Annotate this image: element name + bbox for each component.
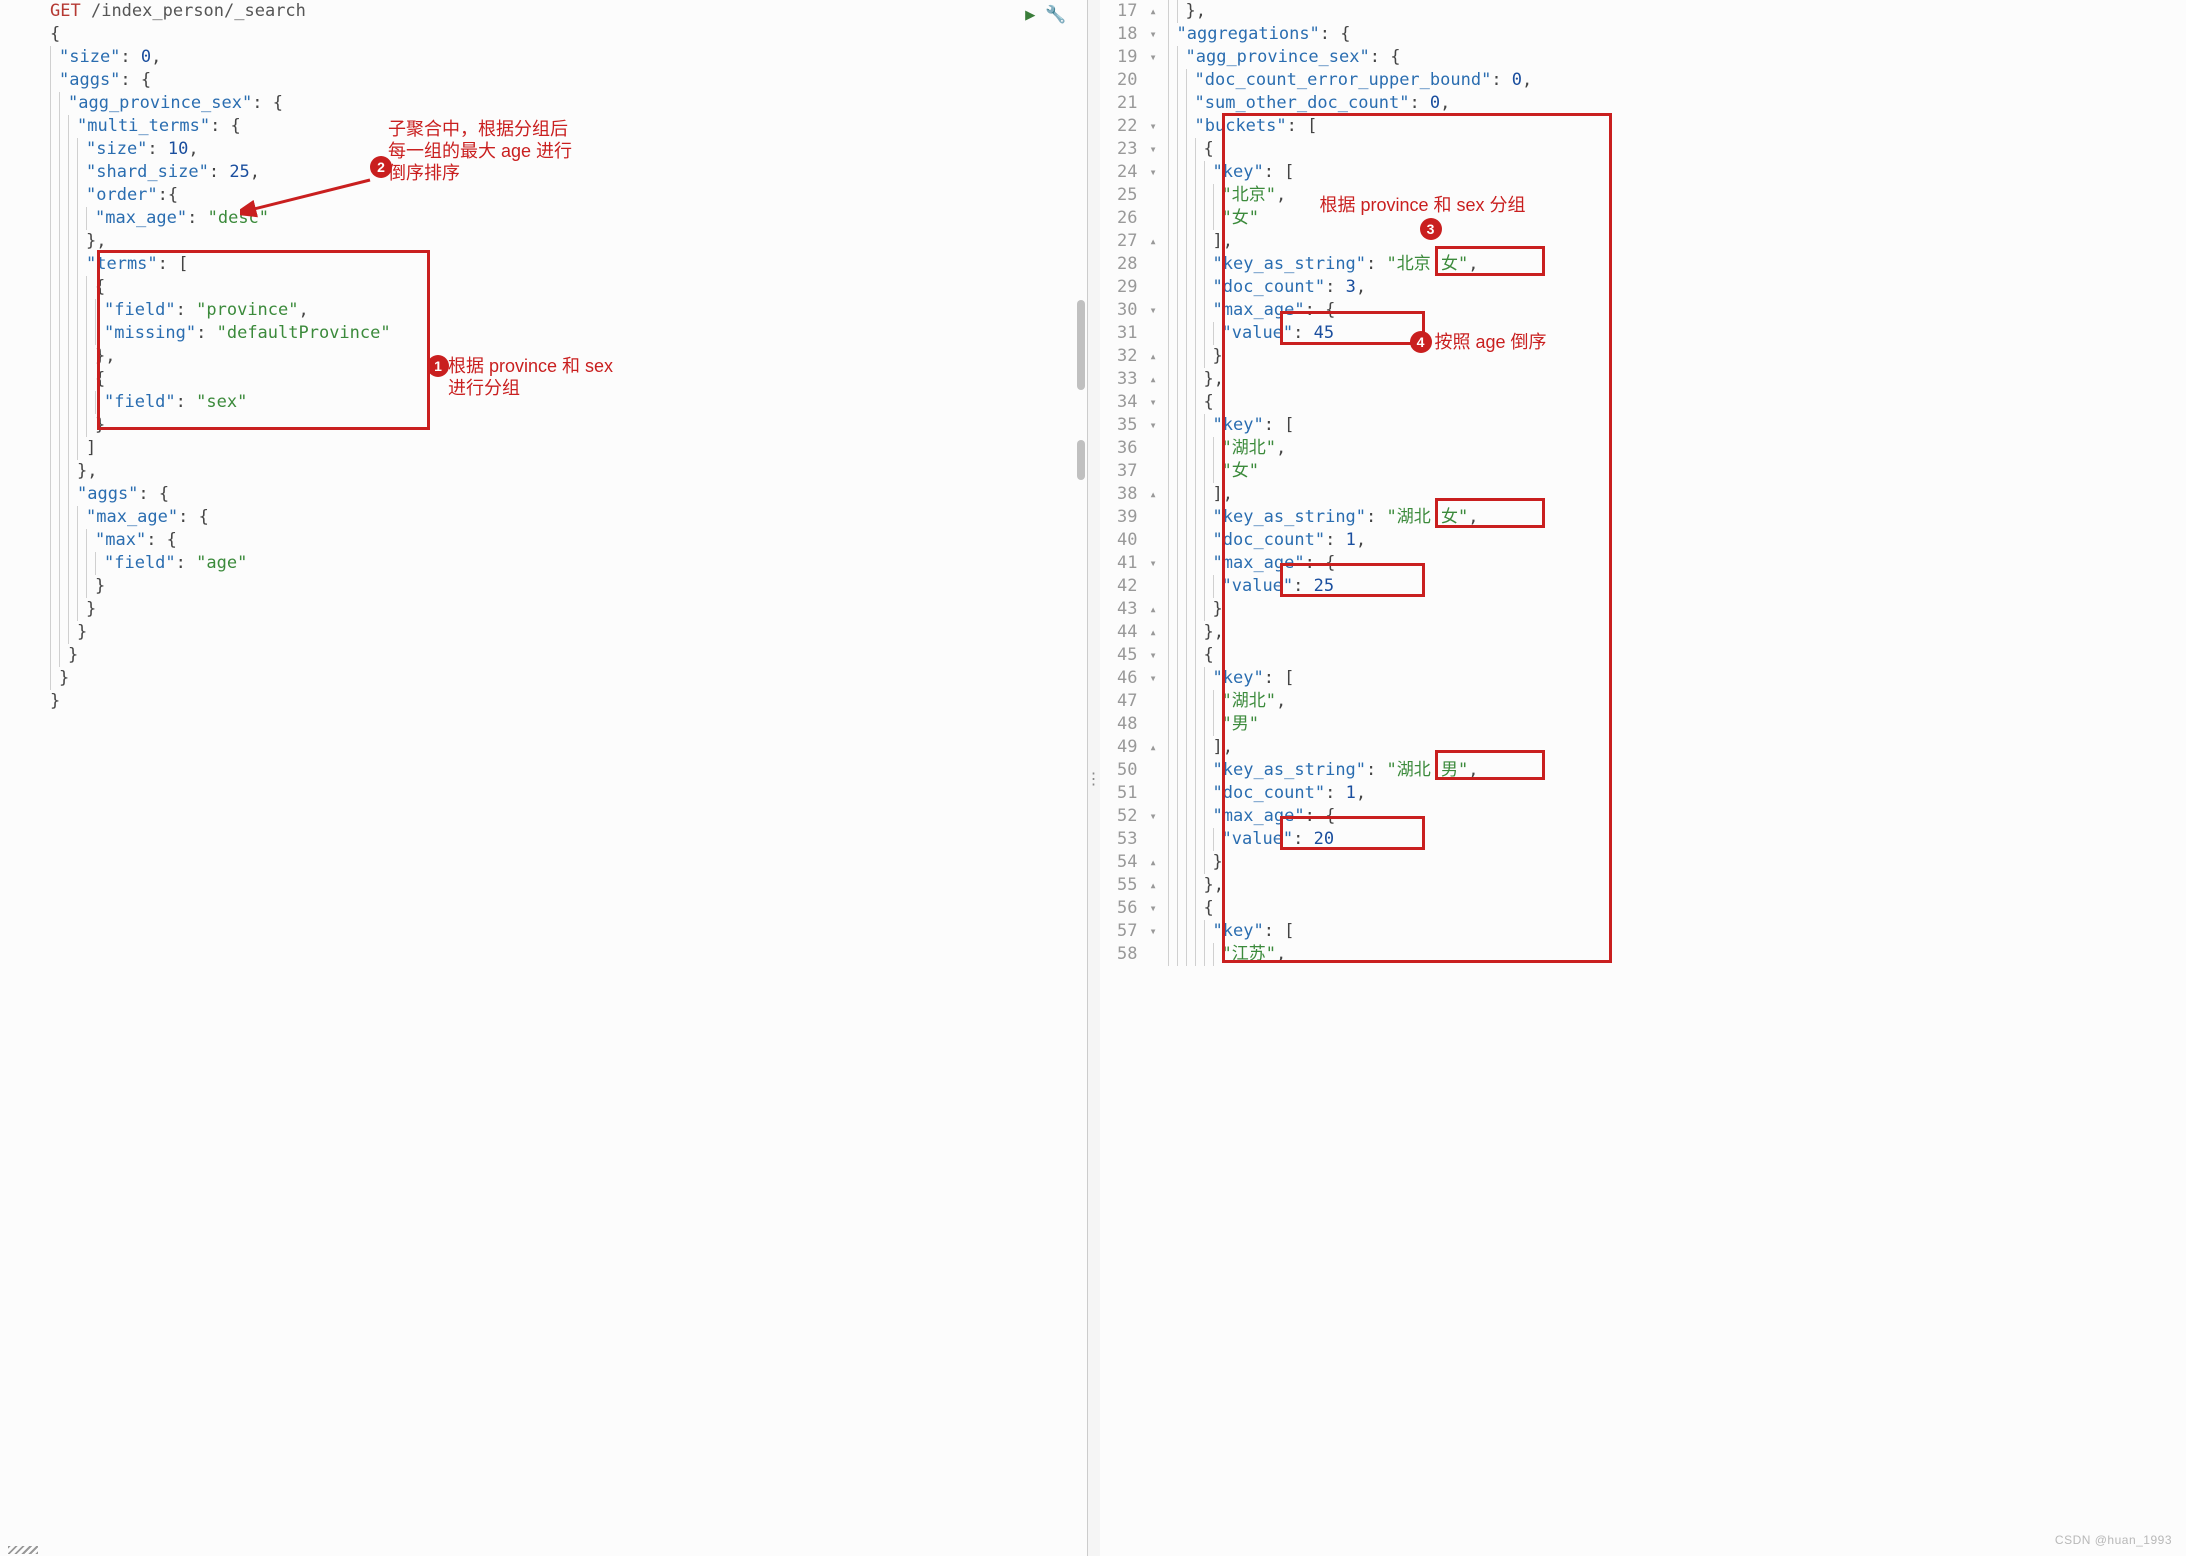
panel-divider[interactable] — [1088, 0, 1100, 1556]
left-scroll-thumb[interactable] — [1077, 300, 1085, 390]
left-code-area[interactable]: GET /index_person/_search{ "size": 0, "a… — [50, 0, 1087, 1556]
watermark: CSDN @huan_1993 — [2055, 1529, 2172, 1552]
response-panel: 1718192021222324252627282930313233343536… — [1100, 0, 2186, 1556]
request-editor-panel: ▶ 🔧 GET /index_person/_search{ "size": 0… — [0, 0, 1088, 1556]
right-line-numbers: 1718192021222324252627282930313233343536… — [1100, 0, 1150, 1556]
right-code-area[interactable]: }, "aggregations": { "agg_province_sex":… — [1168, 0, 2186, 1556]
left-line-numbers — [0, 0, 50, 1556]
right-fold-gutter[interactable]: ▴▾▾▾▾▾▴▾▴▴▾▾▴▾▴▴▾▾▴▾▴▴▾▾ — [1150, 0, 1168, 1556]
left-scroll-thumb-2[interactable] — [1077, 440, 1085, 480]
resize-handle[interactable] — [8, 1546, 38, 1554]
